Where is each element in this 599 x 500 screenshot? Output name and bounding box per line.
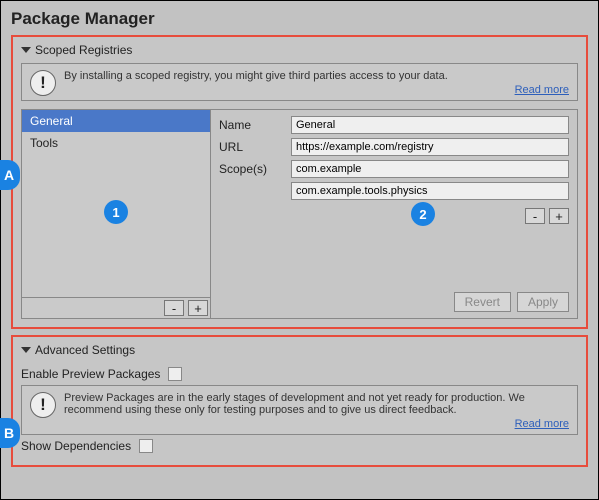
remove-scope-button[interactable]: - [525,208,545,224]
revert-button[interactable]: Revert [454,292,511,312]
scope-input-0[interactable] [291,160,569,178]
name-input[interactable] [291,116,569,134]
callout-1: 1 [104,200,128,224]
section-title: Scoped Registries [35,43,132,57]
name-label: Name [219,118,283,132]
url-label: URL [219,140,283,154]
show-deps-checkbox[interactable] [139,439,153,453]
page-title: Package Manager [11,7,588,35]
preview-info-banner: ! Preview Packages are in the early stag… [21,385,578,435]
chevron-down-icon [21,47,31,53]
chevron-down-icon [21,347,31,353]
info-text: By installing a scoped registry, you mig… [64,70,448,82]
url-input[interactable] [291,138,569,156]
registry-form: 2 Name URL Scope(s) - + [211,109,578,319]
callout-2: 2 [411,202,435,226]
advanced-settings-section: Advanced Settings Enable Preview Package… [11,335,588,467]
enable-preview-checkbox[interactable] [168,367,182,381]
scoped-registries-header[interactable]: Scoped Registries [21,41,578,63]
scope-input-1[interactable] [291,182,569,200]
warning-icon: ! [30,70,56,96]
callout-a: A [0,160,20,190]
show-deps-label: Show Dependencies [21,439,131,453]
enable-preview-label: Enable Preview Packages [21,367,160,381]
callout-b: B [0,418,20,448]
add-registry-button[interactable]: + [188,300,208,316]
section-title: Advanced Settings [35,343,135,357]
add-scope-button[interactable]: + [549,208,569,224]
read-more-link[interactable]: Read more [64,84,569,96]
package-manager-panel: Package Manager A B Scoped Registries ! … [0,0,599,500]
advanced-settings-header[interactable]: Advanced Settings [21,341,578,363]
registry-item-general[interactable]: General [22,110,210,132]
registry-item-tools[interactable]: Tools [22,132,210,154]
warning-icon: ! [30,392,56,418]
remove-registry-button[interactable]: - [164,300,184,316]
scoped-registries-section: Scoped Registries ! By installing a scop… [11,35,588,329]
info-banner: ! By installing a scoped registry, you m… [21,63,578,101]
preview-read-more-link[interactable]: Read more [64,418,569,430]
scopes-label: Scope(s) [219,162,283,176]
apply-button[interactable]: Apply [517,292,569,312]
registry-list: 1 General Tools - + [21,109,211,319]
preview-info-text: Preview Packages are in the early stages… [64,392,525,416]
